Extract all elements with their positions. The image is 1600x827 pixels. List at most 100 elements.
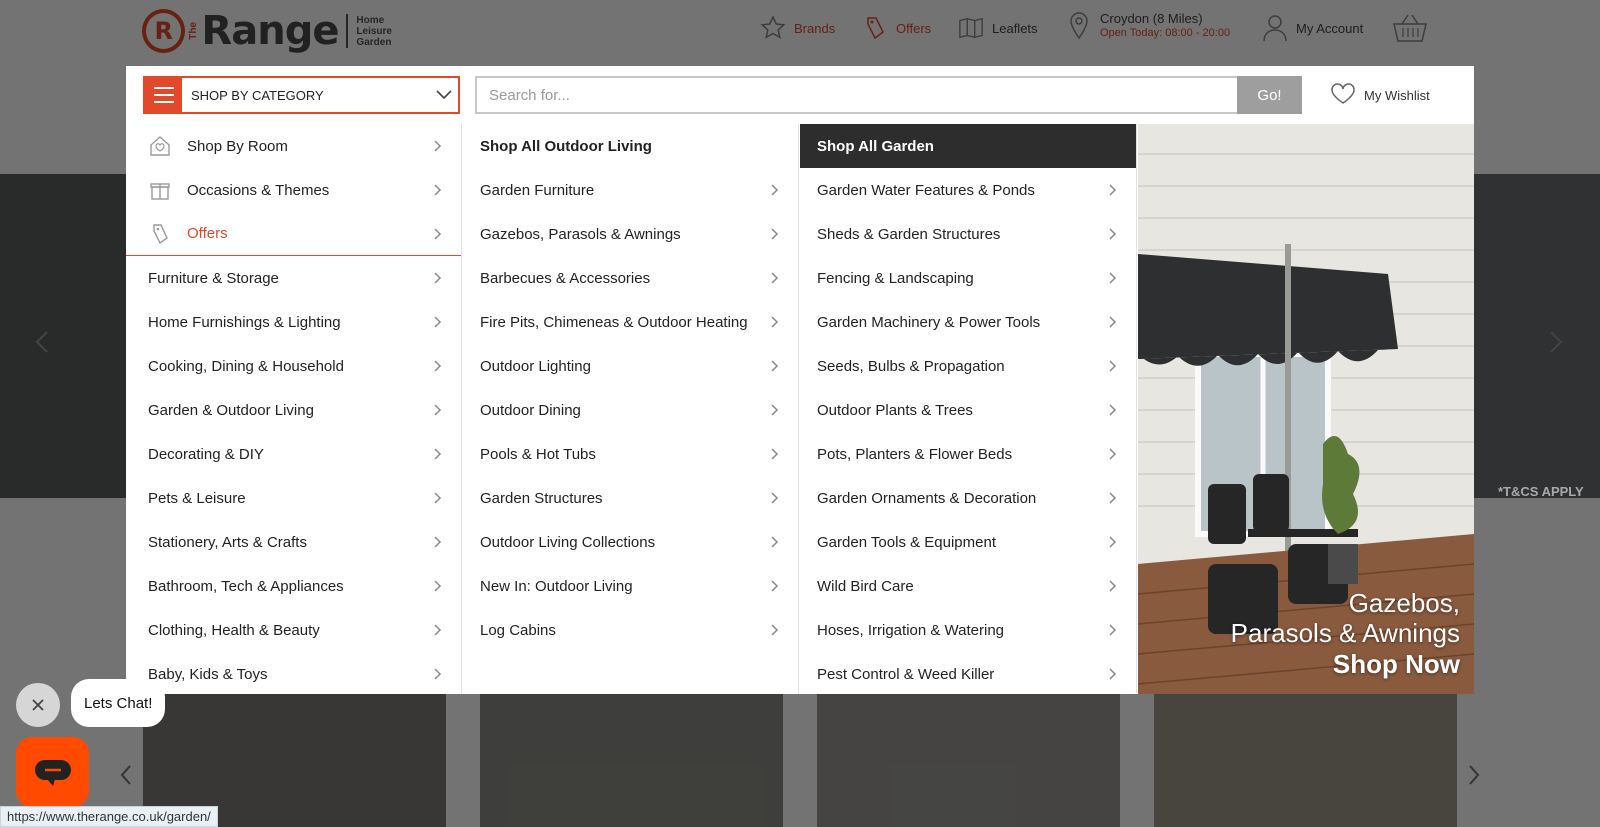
menu-item-pets-and-leisure[interactable]: Pets & Leisure [126, 476, 461, 520]
chevron-right-icon [771, 360, 779, 372]
menu-item-label: Wild Bird Care [817, 577, 914, 595]
chevron-right-icon [1109, 580, 1117, 592]
menu-item-garden-tools-and-equipment[interactable]: Garden Tools & Equipment [800, 520, 1136, 564]
logo[interactable]: R The Range Home Leisure Garden [142, 8, 392, 54]
my-account-label: My Account [1296, 20, 1364, 36]
menu-item-label: Stationery, Arts & Crafts [148, 533, 307, 551]
chevron-right-icon [434, 448, 442, 460]
menu-item-cooking-dining-and-household[interactable]: Cooking, Dining & Household [126, 344, 461, 388]
menu-item-clothing-health-and-beauty[interactable]: Clothing, Health & Beauty [126, 608, 461, 652]
shop-by-category-label: SHOP BY CATEGORY [191, 87, 324, 103]
chevron-right-icon [1109, 360, 1117, 372]
chevron-right-icon [771, 316, 779, 328]
menu-item-gazebos-parasols-and-awnings[interactable]: Gazebos, Parasols & Awnings [463, 212, 798, 256]
menu-item-shop-all-garden[interactable]: Shop All Garden [800, 124, 1136, 168]
chevron-right-icon [771, 228, 779, 240]
offers-label: Offers [896, 20, 932, 36]
hero-next-arrow[interactable] [1546, 327, 1566, 357]
menu-item-baby-kids-and-toys[interactable]: Baby, Kids & Toys [126, 652, 461, 696]
menu-item-hoses-irrigation-and-watering[interactable]: Hoses, Irrigation & Watering [800, 608, 1136, 652]
brands-link[interactable]: Brands [760, 12, 835, 44]
product-image-4[interactable] [1154, 694, 1457, 827]
leaflets-link[interactable]: Leaflets [958, 12, 1038, 44]
menu-item-label: Clothing, Health & Beauty [148, 621, 320, 639]
menu-item-pest-control-and-weed-killer[interactable]: Pest Control & Weed Killer [800, 652, 1136, 696]
menu-item-furniture-and-storage[interactable]: Furniture & Storage [126, 256, 461, 300]
chevron-right-icon [434, 580, 442, 592]
menu-item-fire-pits-chimeneas-and-outdoor-heating[interactable]: Fire Pits, Chimeneas & Outdoor Heating [463, 300, 798, 344]
chat-prompt-bubble[interactable]: Lets Chat! [71, 679, 166, 727]
chevron-right-icon [434, 228, 442, 240]
menu-item-shop-all-outdoor-living[interactable]: Shop All Outdoor Living [463, 124, 798, 168]
menu-item-shop-by-room[interactable]: Shop By Room [126, 124, 461, 168]
menu-item-outdoor-plants-and-trees[interactable]: Outdoor Plants & Trees [800, 388, 1136, 432]
chevron-right-icon [434, 316, 442, 328]
my-wishlist-link[interactable]: My Wishlist [1330, 80, 1430, 110]
menu-item-offers[interactable]: Offers [126, 212, 461, 256]
menu-item-garden-ornaments-and-decoration[interactable]: Garden Ornaments & Decoration [800, 476, 1136, 520]
chevron-right-icon [771, 580, 779, 592]
menu-item-barbecues-and-accessories[interactable]: Barbecues & Accessories [463, 256, 798, 300]
my-account-link[interactable]: My Account [1262, 12, 1363, 44]
offers-link[interactable]: Offers [862, 12, 931, 44]
menu-item-home-furnishings-and-lighting[interactable]: Home Furnishings & Lighting [126, 300, 461, 344]
menu-item-fencing-and-landscaping[interactable]: Fencing & Landscaping [800, 256, 1136, 300]
menu-item-occasions-and-themes[interactable]: Occasions & Themes [126, 168, 461, 212]
basket-button[interactable] [1392, 12, 1436, 44]
menu-item-seeds-bulbs-and-propagation[interactable]: Seeds, Bulbs & Propagation [800, 344, 1136, 388]
chevron-right-icon [434, 404, 442, 416]
chevron-right-icon [771, 404, 779, 416]
menu-item-garden-water-features-and-ponds[interactable]: Garden Water Features & Ponds [800, 168, 1136, 212]
menu-item-label: Garden Furniture [480, 181, 595, 199]
menu-item-label: Home Furnishings & Lighting [148, 313, 341, 331]
product-image-3[interactable] [817, 694, 1120, 827]
menu-item-garden-structures[interactable]: Garden Structures [463, 476, 798, 520]
menu-item-label: Bathroom, Tech & Appliances [148, 577, 344, 595]
menu-item-garden-furniture[interactable]: Garden Furniture [463, 168, 798, 212]
chat-close-button[interactable] [16, 683, 60, 727]
mega-menu: Shop By Room Occasions & Themes Offers Furn… [126, 124, 1474, 694]
store-hours: Open Today: 08:00 - 20:00 [1100, 27, 1231, 39]
shop-by-category-dropdown[interactable]: SHOP BY CATEGORY [143, 76, 460, 114]
logo-tag-garden: Garden [356, 36, 392, 48]
menu-item-log-cabins[interactable]: Log Cabins [463, 608, 798, 652]
search-bar-row: SHOP BY CATEGORY Go! My Wishlist [126, 66, 1474, 124]
menu-item-bathroom-tech-and-appliances[interactable]: Bathroom, Tech & Appliances [126, 564, 461, 608]
products-prev-arrow[interactable] [116, 760, 136, 790]
menu-item-wild-bird-care[interactable]: Wild Bird Care [800, 564, 1136, 608]
menu-item-pots-planters-and-flower-beds[interactable]: Pots, Planters & Flower Beds [800, 432, 1136, 476]
chevron-right-icon [434, 492, 442, 504]
promo-caption: Gazebos, Parasols & Awnings Shop Now [1231, 588, 1460, 680]
menu-item-outdoor-dining[interactable]: Outdoor Dining [463, 388, 798, 432]
tag-icon [862, 15, 888, 41]
gift-icon [148, 178, 172, 202]
menu-item-stationery-arts-and-crafts[interactable]: Stationery, Arts & Crafts [126, 520, 461, 564]
menu-item-decorating-and-diy[interactable]: Decorating & DIY [126, 432, 461, 476]
menu-item-label: Hoses, Irrigation & Watering [817, 621, 1005, 639]
promo-shop-now[interactable]: Shop Now [1231, 648, 1460, 680]
chevron-right-icon [771, 448, 779, 460]
product-image-2[interactable] [480, 694, 783, 827]
search-input[interactable] [475, 76, 1239, 114]
location-pin-icon [1066, 12, 1092, 40]
store-locator[interactable]: Croydon (8 Miles) Open Today: 08:00 - 20… [1066, 10, 1230, 42]
promo-image-gazebos[interactable]: Gazebos, Parasols & Awnings Shop Now [1138, 124, 1474, 694]
menu-item-new-in-outdoor-living[interactable]: New In: Outdoor Living [463, 564, 798, 608]
chat-launcher-button[interactable] [16, 737, 89, 807]
menu-item-outdoor-living-collections[interactable]: Outdoor Living Collections [463, 520, 798, 564]
menu-item-garden-machinery-and-power-tools[interactable]: Garden Machinery & Power Tools [800, 300, 1136, 344]
menu-item-outdoor-lighting[interactable]: Outdoor Lighting [463, 344, 798, 388]
search-go-button[interactable]: Go! [1237, 76, 1302, 114]
chat-icon [34, 760, 71, 786]
menu-item-label: Garden Machinery & Power Tools [817, 313, 1041, 331]
outdoor-living-subcategory-list: Shop All Outdoor Living Garden Furniture G… [463, 124, 799, 694]
chevron-right-icon [434, 272, 442, 284]
products-next-arrow[interactable] [1464, 760, 1484, 790]
chevron-right-icon [1109, 624, 1117, 636]
chevron-right-icon [434, 668, 442, 680]
menu-item-garden-and-outdoor-living[interactable]: Garden & Outdoor Living [126, 388, 461, 432]
menu-item-label: Outdoor Plants & Trees [817, 401, 973, 419]
hero-prev-arrow[interactable] [32, 327, 52, 357]
menu-item-sheds-and-garden-structures[interactable]: Sheds & Garden Structures [800, 212, 1136, 256]
menu-item-pools-and-hot-tubs[interactable]: Pools & Hot Tubs [463, 432, 798, 476]
